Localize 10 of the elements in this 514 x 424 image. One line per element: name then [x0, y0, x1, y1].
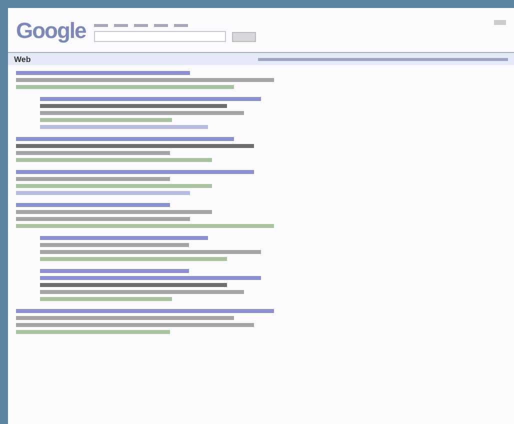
search-button[interactable]	[232, 32, 256, 42]
blurred-tab-link[interactable]	[94, 24, 108, 27]
blurred-link[interactable]	[494, 20, 506, 25]
blurred-tab-link[interactable]	[114, 24, 128, 27]
blurred-tab-link[interactable]	[134, 24, 148, 27]
search-field[interactable]	[94, 31, 226, 42]
google-logo[interactable]: Google	[16, 20, 86, 42]
blurred-tab-link[interactable]	[154, 24, 168, 27]
web-label: Web	[14, 54, 31, 64]
blurred-tab-link[interactable]	[174, 24, 188, 27]
